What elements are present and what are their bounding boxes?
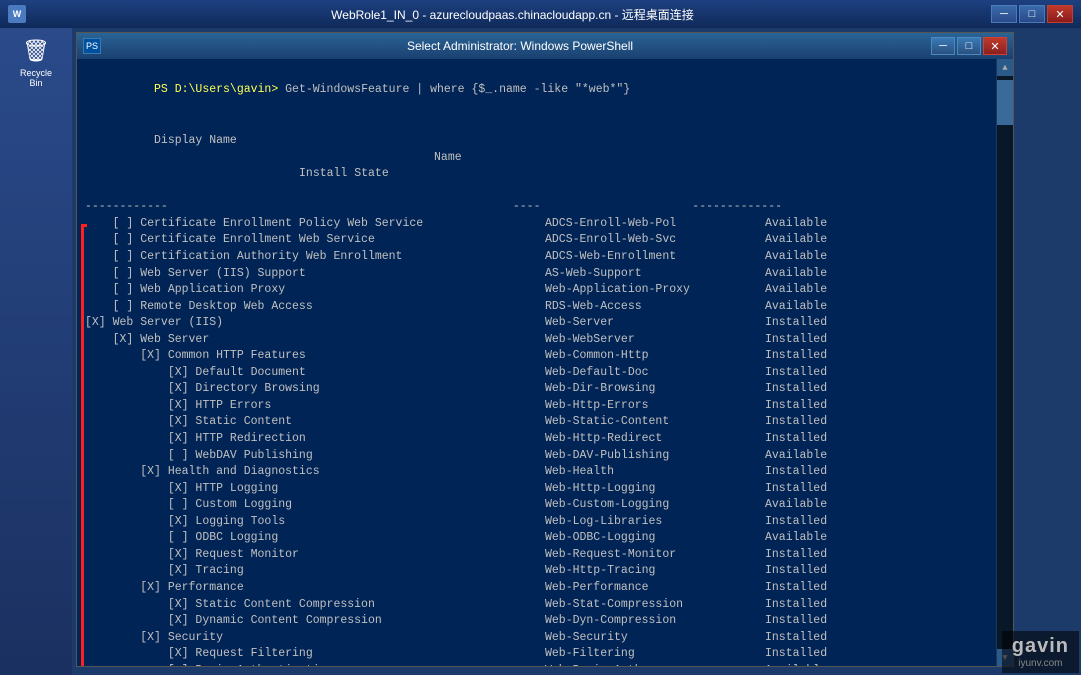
watermark: gavin iyunv.com bbox=[1002, 631, 1079, 673]
feature-line-1: [ ] Certificate Enrollment Policy Web Se… bbox=[85, 216, 988, 233]
feature-line-27: [X] Request Filtering Web-Filtering Inst… bbox=[85, 646, 988, 663]
feature-line-8: [X] Web Server Web-WebServer Installed bbox=[85, 332, 988, 349]
header-row: Display Name Name Install State bbox=[85, 117, 988, 200]
feature-line-24: [X] Static Content Compression Web-Stat-… bbox=[85, 597, 988, 614]
command-text: Get-WindowsFeature | where {$_.name -lik… bbox=[278, 83, 630, 96]
ps-minimize[interactable]: ─ bbox=[931, 37, 955, 55]
ps-maximize[interactable]: □ bbox=[957, 37, 981, 55]
feature-line-14: [X] HTTP Redirection Web-Http-Redirect I… bbox=[85, 431, 988, 448]
ps-titlebar: PS Select Administrator: Windows PowerSh… bbox=[77, 33, 1013, 59]
scroll-track[interactable] bbox=[997, 76, 1013, 649]
ps-icon: PS bbox=[83, 38, 101, 54]
ps-controls: ─ □ ✕ bbox=[931, 37, 1007, 55]
feature-line-25: [X] Dynamic Content Compression Web-Dyn-… bbox=[85, 613, 988, 630]
feature-line-2: [ ] Certificate Enrollment Web Service A… bbox=[85, 232, 988, 249]
recycle-bin[interactable]: 🗑 RecycleBin bbox=[20, 36, 52, 88]
main-titlebar: W WebRole1_IN_0 - azurecloudpaas.chinacl… bbox=[0, 0, 1081, 28]
ps-content: PS D:\Users\gavin> Get-WindowsFeature | … bbox=[77, 59, 1013, 666]
command-line: PS D:\Users\gavin> Get-WindowsFeature | … bbox=[85, 65, 988, 115]
feature-line-15: [ ] WebDAV Publishing Web-DAV-Publishing… bbox=[85, 448, 988, 465]
display-name-header: Display Name bbox=[154, 134, 237, 147]
ps-close[interactable]: ✕ bbox=[983, 37, 1007, 55]
feature-line-22: [X] Tracing Web-Http-Tracing Installed bbox=[85, 563, 988, 580]
install-state-header: Install State bbox=[154, 167, 389, 180]
feature-line-6: [ ] Remote Desktop Web Access RDS-Web-Ac… bbox=[85, 299, 988, 316]
watermark-url: iyunv.com bbox=[1018, 658, 1062, 669]
main-title: WebRole1_IN_0 - azurecloudpaas.chinaclou… bbox=[34, 6, 991, 23]
feature-line-21: [X] Request Monitor Web-Request-Monitor … bbox=[85, 547, 988, 564]
powershell-window: PS Select Administrator: Windows PowerSh… bbox=[76, 32, 1014, 667]
prompt: PS D:\Users\gavin> bbox=[154, 83, 278, 96]
feature-line-9: [X] Common HTTP Features Web-Common-Http… bbox=[85, 348, 988, 365]
feature-line-7: [X] Web Server (IIS) Web-Server Installe… bbox=[85, 315, 988, 332]
ps-text-area[interactable]: PS D:\Users\gavin> Get-WindowsFeature | … bbox=[77, 59, 996, 666]
feature-line-23: [X] Performance Web-Performance Installe… bbox=[85, 580, 988, 597]
close-btn[interactable]: ✕ bbox=[1047, 5, 1073, 23]
feature-line-4: [ ] Web Server (IIS) Support AS-Web-Supp… bbox=[85, 266, 988, 283]
ps-title: Select Administrator: Windows PowerShell bbox=[109, 39, 931, 53]
recycle-bin-label: RecycleBin bbox=[20, 68, 52, 88]
scroll-thumb[interactable] bbox=[997, 80, 1013, 125]
feature-line-20: [ ] ODBC Logging Web-ODBC-Logging Availa… bbox=[85, 530, 988, 547]
feature-line-26: [X] Security Web-Security Installed bbox=[85, 630, 988, 647]
maximize-btn[interactable]: □ bbox=[1019, 5, 1045, 23]
minimize-btn[interactable]: ─ bbox=[991, 5, 1017, 23]
feature-line-28: [ ] Basic Authentication Web-Basic-Auth … bbox=[85, 663, 988, 666]
feature-line-18: [ ] Custom Logging Web-Custom-Logging Av… bbox=[85, 497, 988, 514]
feature-line-3: [ ] Certification Authority Web Enrollme… bbox=[85, 249, 988, 266]
feature-line-12: [X] HTTP Errors Web-Http-Errors Installe… bbox=[85, 398, 988, 415]
desktop: 🗑 RecycleBin bbox=[0, 28, 72, 675]
feature-line-5: [ ] Web Application Proxy Web-Applicatio… bbox=[85, 282, 988, 299]
feature-line-10: [X] Default Document Web-Default-Doc Ins… bbox=[85, 365, 988, 382]
window-icon: W bbox=[8, 5, 26, 23]
feature-line-11: [X] Directory Browsing Web-Dir-Browsing … bbox=[85, 381, 988, 398]
feature-line-19: [X] Logging Tools Web-Log-Libraries Inst… bbox=[85, 514, 988, 531]
titlebar-controls: ─ □ ✕ bbox=[991, 5, 1073, 23]
feature-line-16: [X] Health and Diagnostics Web-Health In… bbox=[85, 464, 988, 481]
header-divider: ------------ ---- ------------- bbox=[85, 199, 988, 216]
feature-line-17: [X] HTTP Logging Web-Http-Logging Instal… bbox=[85, 481, 988, 498]
recycle-bin-icon: 🗑 bbox=[20, 36, 52, 68]
name-header: Name bbox=[154, 151, 462, 164]
scroll-up-btn[interactable]: ▲ bbox=[997, 59, 1014, 76]
watermark-brand: gavin bbox=[1012, 635, 1069, 658]
scrollbar[interactable]: ▲ ▼ bbox=[996, 59, 1013, 666]
outer-window: W WebRole1_IN_0 - azurecloudpaas.chinacl… bbox=[0, 0, 1081, 675]
feature-line-13: [X] Static Content Web-Static-Content In… bbox=[85, 414, 988, 431]
